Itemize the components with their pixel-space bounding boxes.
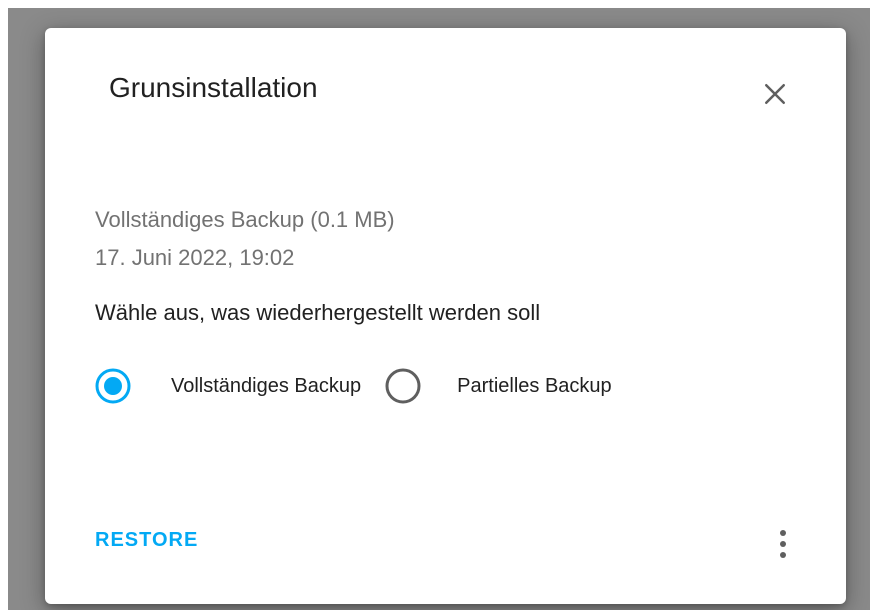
restore-dialog: Grunsinstallation Vollständiges Backup (…	[45, 28, 846, 604]
backup-type: Vollständiges Backup (0.1 MB)	[95, 207, 395, 232]
radio-label-full-backup: Vollständiges Backup	[171, 374, 362, 397]
more-vertical-icon	[780, 530, 786, 558]
restore-button[interactable]: RESTORE	[95, 529, 198, 552]
restore-type-radio-group: Vollständiges Backup Partielles Backup	[93, 366, 612, 406]
radio-label-partial-backup: Partielles Backup	[457, 374, 612, 397]
close-button[interactable]	[753, 72, 797, 116]
radio-option-partial-backup[interactable]: Partielles Backup	[383, 366, 612, 406]
radio-selected-icon[interactable]	[93, 366, 133, 406]
backup-info: Vollständiges Backup (0.1 MB) 17. Juni 2…	[95, 201, 395, 277]
more-options-button[interactable]	[765, 522, 801, 566]
radio-unselected-icon[interactable]	[383, 366, 423, 406]
dialog-title: Grunsinstallation	[109, 72, 318, 103]
backup-date: 17. Juni 2022, 19:02	[95, 245, 295, 270]
radio-option-full-backup[interactable]: Vollständiges Backup	[93, 366, 361, 406]
close-icon	[765, 84, 785, 104]
restore-prompt: Wähle aus, was wiederhergestellt werden …	[95, 300, 541, 325]
